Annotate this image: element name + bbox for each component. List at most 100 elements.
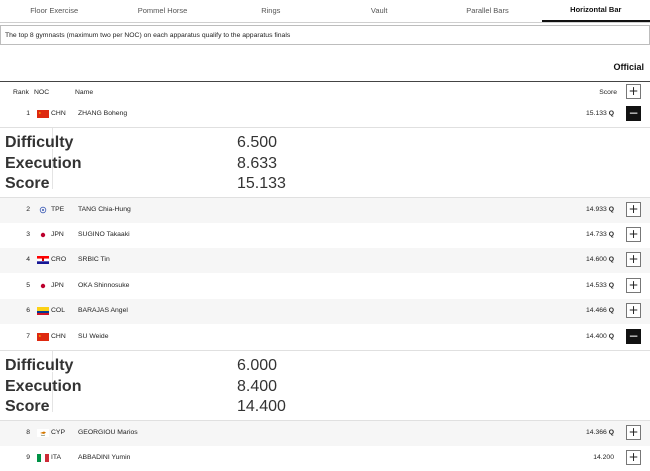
noc-cell: JPN <box>51 231 64 238</box>
flag-tpe-icon <box>39 206 47 214</box>
table-row[interactable]: 9 ITA ABBADINI Yumin 14.200 + <box>0 446 650 471</box>
plus-icon: + <box>628 84 639 98</box>
rank-cell: 3 <box>26 231 30 238</box>
name-header: Name <box>75 89 94 96</box>
score-cell: 14.600 Q <box>586 256 614 263</box>
table-row[interactable]: 6 COL BARAJAS Angel 14.466 Q + <box>0 299 650 324</box>
rank-cell: 6 <box>26 307 30 314</box>
plus-icon: + <box>628 278 639 292</box>
expand-all-button[interactable]: + <box>626 84 641 99</box>
flag-jpn-icon <box>37 282 49 290</box>
athlete-name: ZHANG Boheng <box>78 110 128 117</box>
table-row[interactable]: 8 CYP GEORGIOU Marios 14.366 Q + <box>0 421 650 446</box>
rank-header: Rank <box>13 89 29 96</box>
tab-vault[interactable]: Vault <box>325 0 433 22</box>
expand-button[interactable]: + <box>626 202 641 217</box>
flag-chn-icon: ★ <box>37 110 49 118</box>
athlete-name: SU Weide <box>78 333 109 340</box>
plus-icon: + <box>628 450 639 464</box>
score-label: Score <box>5 175 50 192</box>
tab-pommel-horse[interactable]: Pommel Horse <box>108 0 216 22</box>
table-row[interactable]: 7 ★ CHN SU Weide 14.400 Q − <box>0 325 650 350</box>
plus-icon: + <box>628 425 639 439</box>
collapse-button[interactable]: − <box>626 329 641 344</box>
plus-icon: + <box>628 227 639 241</box>
qualification-notice: The top 8 gymnasts (maximum two per NOC)… <box>0 25 650 45</box>
flag-jpn-icon <box>37 231 49 239</box>
minus-icon: − <box>628 106 639 120</box>
noc-cell: CYP <box>51 429 65 436</box>
execution-row: Execution 8.400 <box>0 372 650 395</box>
rank-cell: 1 <box>26 110 30 117</box>
score-breakdown: Difficulty 6.500 Execution 8.633 Score 1… <box>0 127 650 198</box>
noc-cell: COL <box>51 307 65 314</box>
score-cell: 14.733 Q <box>586 231 614 238</box>
expand-button[interactable]: + <box>626 252 641 267</box>
athlete-name: OKA Shinnosuke <box>78 282 130 289</box>
svg-text:★: ★ <box>39 111 42 115</box>
tab-horizontal-bar[interactable]: Horizontal Bar <box>541 0 650 22</box>
score-cell: 14.200 <box>593 454 614 461</box>
score-label: Score <box>5 398 50 415</box>
score-cell: 14.933 Q <box>586 206 614 213</box>
minus-icon: − <box>628 329 639 343</box>
rank-cell: 8 <box>26 429 30 436</box>
execution-row: Execution 8.633 <box>0 149 650 172</box>
score-value: 14.400 <box>237 398 286 415</box>
athlete-name: TANG Chia-Hung <box>78 206 131 213</box>
athlete-name: BARAJAS Angel <box>78 307 128 314</box>
flag-cyp-icon <box>37 429 49 437</box>
noc-cell: ITA <box>51 454 62 461</box>
plus-icon: + <box>628 252 639 266</box>
collapse-button[interactable]: − <box>626 106 641 121</box>
noc-cell: JPN <box>51 282 64 289</box>
rank-cell: 2 <box>26 206 30 213</box>
table-row[interactable]: 4 CRO SRBIC Tin 14.600 Q + <box>0 248 650 273</box>
difficulty-row: Difficulty 6.500 <box>0 128 650 151</box>
table-row[interactable]: 2 TPE TANG Chia-Hung 14.933 Q + <box>0 198 650 223</box>
tab-floor-exercise[interactable]: Floor Exercise <box>0 0 108 22</box>
table-row[interactable]: 1 ★ CHN ZHANG Boheng 15.133 Q − <box>0 102 650 127</box>
score-breakdown: Difficulty 6.000 Execution 8.400 Score 1… <box>0 350 650 421</box>
flag-cro-icon <box>37 256 49 264</box>
score-cell: 14.366 Q <box>586 429 614 436</box>
tab-parallel-bars[interactable]: Parallel Bars <box>433 0 541 22</box>
athlete-name: ABBADINI Yumin <box>78 454 131 461</box>
rank-cell: 4 <box>26 256 30 263</box>
athlete-name: SRBIC Tin <box>78 256 110 263</box>
rank-cell: 9 <box>26 454 30 461</box>
athlete-name: SUGINO Takaaki <box>78 231 130 238</box>
rank-cell: 7 <box>26 333 30 340</box>
plus-icon: + <box>628 202 639 216</box>
results-header: Rank NOC Name Score + <box>0 81 650 103</box>
score-value: 15.133 <box>237 175 286 192</box>
expand-button[interactable]: + <box>626 227 641 242</box>
status-label: Official <box>613 62 644 72</box>
difficulty-row: Difficulty 6.000 <box>0 351 650 374</box>
total-row: Score 14.400 <box>0 392 650 415</box>
expand-button[interactable]: + <box>626 425 641 440</box>
expand-button[interactable]: + <box>626 278 641 293</box>
noc-cell: CHN <box>51 333 66 340</box>
score-cell: 15.133 Q <box>586 110 614 117</box>
plus-icon: + <box>628 303 639 317</box>
noc-header: NOC <box>34 89 50 96</box>
expand-button[interactable]: + <box>626 303 641 318</box>
svg-text:★: ★ <box>39 334 42 338</box>
flag-ita-icon <box>37 454 49 462</box>
noc-cell: CHN <box>51 110 66 117</box>
table-row[interactable]: 5 JPN OKA Shinnosuke 14.533 Q + <box>0 274 650 299</box>
table-row[interactable]: 3 JPN SUGINO Takaaki 14.733 Q + <box>0 223 650 248</box>
score-cell: 14.533 Q <box>586 282 614 289</box>
flag-chn-icon: ★ <box>37 333 49 341</box>
tab-rings[interactable]: Rings <box>217 0 325 22</box>
apparatus-tabs: Floor Exercise Pommel Horse Rings Vault … <box>0 0 650 23</box>
score-header: Score <box>599 89 617 96</box>
noc-cell: CRO <box>51 256 67 263</box>
athlete-name: GEORGIOU Marios <box>78 429 138 436</box>
total-row: Score 15.133 <box>0 169 650 192</box>
flag-col-icon <box>37 307 49 315</box>
expand-button[interactable]: + <box>626 450 641 465</box>
score-cell: 14.400 Q <box>586 333 614 340</box>
rank-cell: 5 <box>26 282 30 289</box>
